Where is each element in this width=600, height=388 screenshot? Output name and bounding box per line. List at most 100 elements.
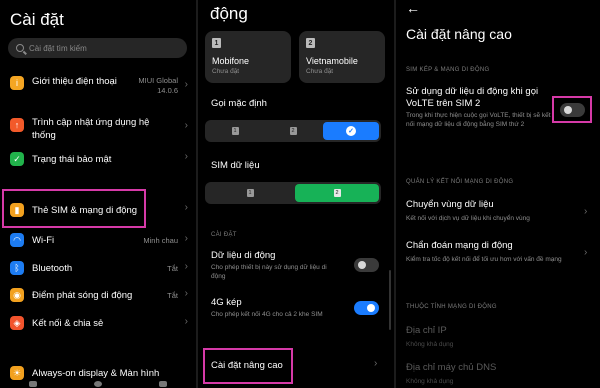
default-call-label: Gọi mặc định (211, 98, 267, 109)
settings-item-label: Always-on display & Màn hình (32, 368, 160, 379)
sim-status: Chưa đặt (212, 68, 240, 75)
page-title: Cài đặt (10, 10, 64, 29)
network-diagnostics-subtitle: Kiểm tra tốc độ kết nối để tối ưu hơn vớ… (406, 256, 562, 263)
settings-item-value: Minh chau (143, 236, 178, 245)
sim-network-panel: động 1 Mobifone Chưa đặt 2 Vietnamobile … (198, 0, 394, 388)
settings-item-bluetooth[interactable]: ᛒ Bluetooth Tắt › (0, 260, 196, 278)
navigation-bar (0, 380, 196, 388)
check-icon: ✓ (346, 126, 356, 136)
sim-2-icon: 2 (306, 38, 315, 48)
data-roaming-subtitle: Kết nối với dịch vụ dữ liệu khi chuyển v… (406, 215, 530, 222)
settings-item-label: Trạng thái bảo mật (32, 154, 112, 165)
chevron-right-icon: › (184, 79, 188, 90)
bluetooth-icon: ᛒ (10, 261, 24, 275)
back-arrow-icon[interactable]: ← (406, 0, 420, 16)
advanced-settings-panel: ← Cài đặt nâng cao SIM KÉP & MẠNG DI ĐỘN… (396, 0, 600, 388)
default-call-selector: 1 2 ✓ (205, 120, 381, 142)
sim-1-icon: 1 (246, 189, 254, 197)
default-call-option-sim2[interactable]: 2 (265, 122, 321, 140)
toggle-knob (358, 261, 366, 269)
settings-item-value: MIUI Global 14.0.6 (138, 76, 178, 95)
network-diagnostics-title[interactable]: Chẩn đoán mạng di động (406, 240, 513, 252)
sim-card-1[interactable]: 1 Mobifone Chưa đặt (205, 31, 291, 83)
dual-4g-toggle[interactable] (354, 301, 379, 315)
volte-data-title: Sử dụng dữ liệu di động khi gọi VoLTE tr… (406, 86, 539, 109)
section-header: QUẢN LÝ KẾT NỐI MẠNG DI ĐỘNG (406, 179, 514, 185)
chevron-right-icon: › (184, 151, 188, 162)
search-input[interactable]: Cài đặt tìm kiếm (8, 38, 187, 58)
mobile-data-subtitle: Cho phép thiết bị này sử dụng dữ liệu di… (211, 264, 327, 280)
settings-item-system-app-updater[interactable]: ↑ Trình cập nhật ứng dụng hệ thống › (0, 113, 196, 141)
ip-address-title: Địa chỉ IP (406, 325, 447, 336)
settings-item-about-phone[interactable]: i Giới thiệu điện thoại MIUI Global 14.0… (0, 72, 196, 100)
home-nav-icon[interactable] (93, 381, 102, 387)
dns-address-value: Không khả dụng (406, 378, 454, 385)
sim-status: Chưa đặt (306, 68, 334, 75)
section-header: THUỘC TÍNH MẠNG DI ĐỘNG (406, 304, 497, 310)
sim-card-2[interactable]: 2 Vietnamobile Chưa đặt (299, 31, 385, 83)
data-roaming-title[interactable]: Chuyển vùng dữ liệu (406, 199, 494, 211)
chevron-right-icon: › (184, 120, 188, 131)
settings-panel: Cài đặt Cài đặt tìm kiếm i Giới thiệu đi… (0, 0, 196, 388)
settings-item-connection-sharing[interactable]: ◈ Kết nối & chia sẻ › (0, 315, 196, 333)
sim-1-icon: 1 (231, 127, 239, 135)
shield-check-icon: ✓ (10, 152, 24, 166)
search-placeholder: Cài đặt tìm kiếm (29, 43, 87, 53)
data-sim-option-sim2[interactable]: 2 (295, 184, 379, 202)
data-sim-label: SIM dữ liệu (211, 160, 260, 171)
settings-item-value: Tắt (167, 291, 178, 300)
wifi-icon: ◠ (10, 233, 24, 247)
settings-item-value: Tắt (167, 264, 178, 273)
mobile-data-title: Dữ liệu di động (211, 250, 276, 261)
chevron-right-icon: › (584, 247, 588, 258)
sim-name: Vietnamobile (306, 56, 358, 66)
settings-item-label: Điểm phát sóng di động (32, 290, 133, 301)
sim-2-icon: 2 (333, 189, 341, 197)
sim-2-icon: 2 (289, 127, 297, 135)
section-header: SIM KÉP & MẠNG DI ĐỘNG (406, 67, 490, 73)
data-sim-selector: 1 2 (205, 182, 381, 204)
chevron-right-icon: › (184, 288, 188, 299)
settings-item-wifi[interactable]: ◠ Wi-Fi Minh chau › (0, 232, 196, 250)
sim-1-icon: 1 (212, 38, 221, 48)
scrollbar[interactable] (389, 270, 391, 330)
section-header: CÀI ĐẶT (211, 232, 237, 238)
settings-item-label: Bluetooth (32, 263, 73, 274)
settings-item-security-status[interactable]: ✓ Trạng thái bảo mật › (0, 150, 196, 168)
mobile-data-toggle[interactable] (354, 258, 379, 272)
dns-address-title: Địa chỉ máy chủ DNS (406, 362, 497, 373)
sim-name: Mobifone (212, 56, 250, 66)
default-call-option-ask[interactable]: ✓ (323, 122, 379, 140)
highlight-box (552, 96, 592, 123)
volte-data-subtitle: Trong khi thực hiện cuộc gọi VoLTE, thiế… (406, 112, 551, 128)
connection-share-icon: ◈ (10, 316, 24, 330)
settings-item-label: Kết nối & chia sẻ (32, 318, 104, 329)
info-icon: i (10, 76, 24, 90)
dual-4g-title: 4G kép (211, 297, 242, 308)
hotspot-icon: ◉ (10, 288, 24, 302)
chevron-right-icon: › (184, 202, 188, 213)
page-title: động (210, 4, 248, 23)
chevron-right-icon: › (584, 206, 588, 217)
highlight-box (2, 189, 146, 228)
chevron-right-icon: › (374, 358, 378, 369)
chevron-right-icon: › (184, 261, 188, 272)
menu-nav-icon[interactable] (28, 381, 37, 387)
chevron-right-icon: › (184, 316, 188, 327)
display-icon: ☀ (10, 366, 24, 380)
chevron-right-icon: › (184, 233, 188, 244)
dual-4g-subtitle: Cho phép kết nối 4G cho cả 2 khe SIM (211, 311, 323, 318)
settings-item-label: Trình cập nhật ứng dụng hệ thống (32, 117, 150, 141)
page-title: Cài đặt nâng cao (406, 26, 512, 42)
highlight-box (203, 348, 293, 384)
data-sim-option-sim1[interactable]: 1 (207, 184, 293, 202)
update-icon: ↑ (10, 118, 24, 132)
settings-item-label: Giới thiệu điện thoại (32, 76, 117, 87)
toggle-knob (367, 304, 375, 312)
back-nav-icon[interactable] (159, 381, 168, 387)
ip-address-value: Không khả dụng (406, 341, 454, 348)
search-icon (16, 44, 24, 52)
settings-item-hotspot[interactable]: ◉ Điểm phát sóng di động Tắt › (0, 287, 196, 305)
default-call-option-sim1[interactable]: 1 (207, 122, 263, 140)
settings-item-label: Wi-Fi (32, 235, 55, 246)
